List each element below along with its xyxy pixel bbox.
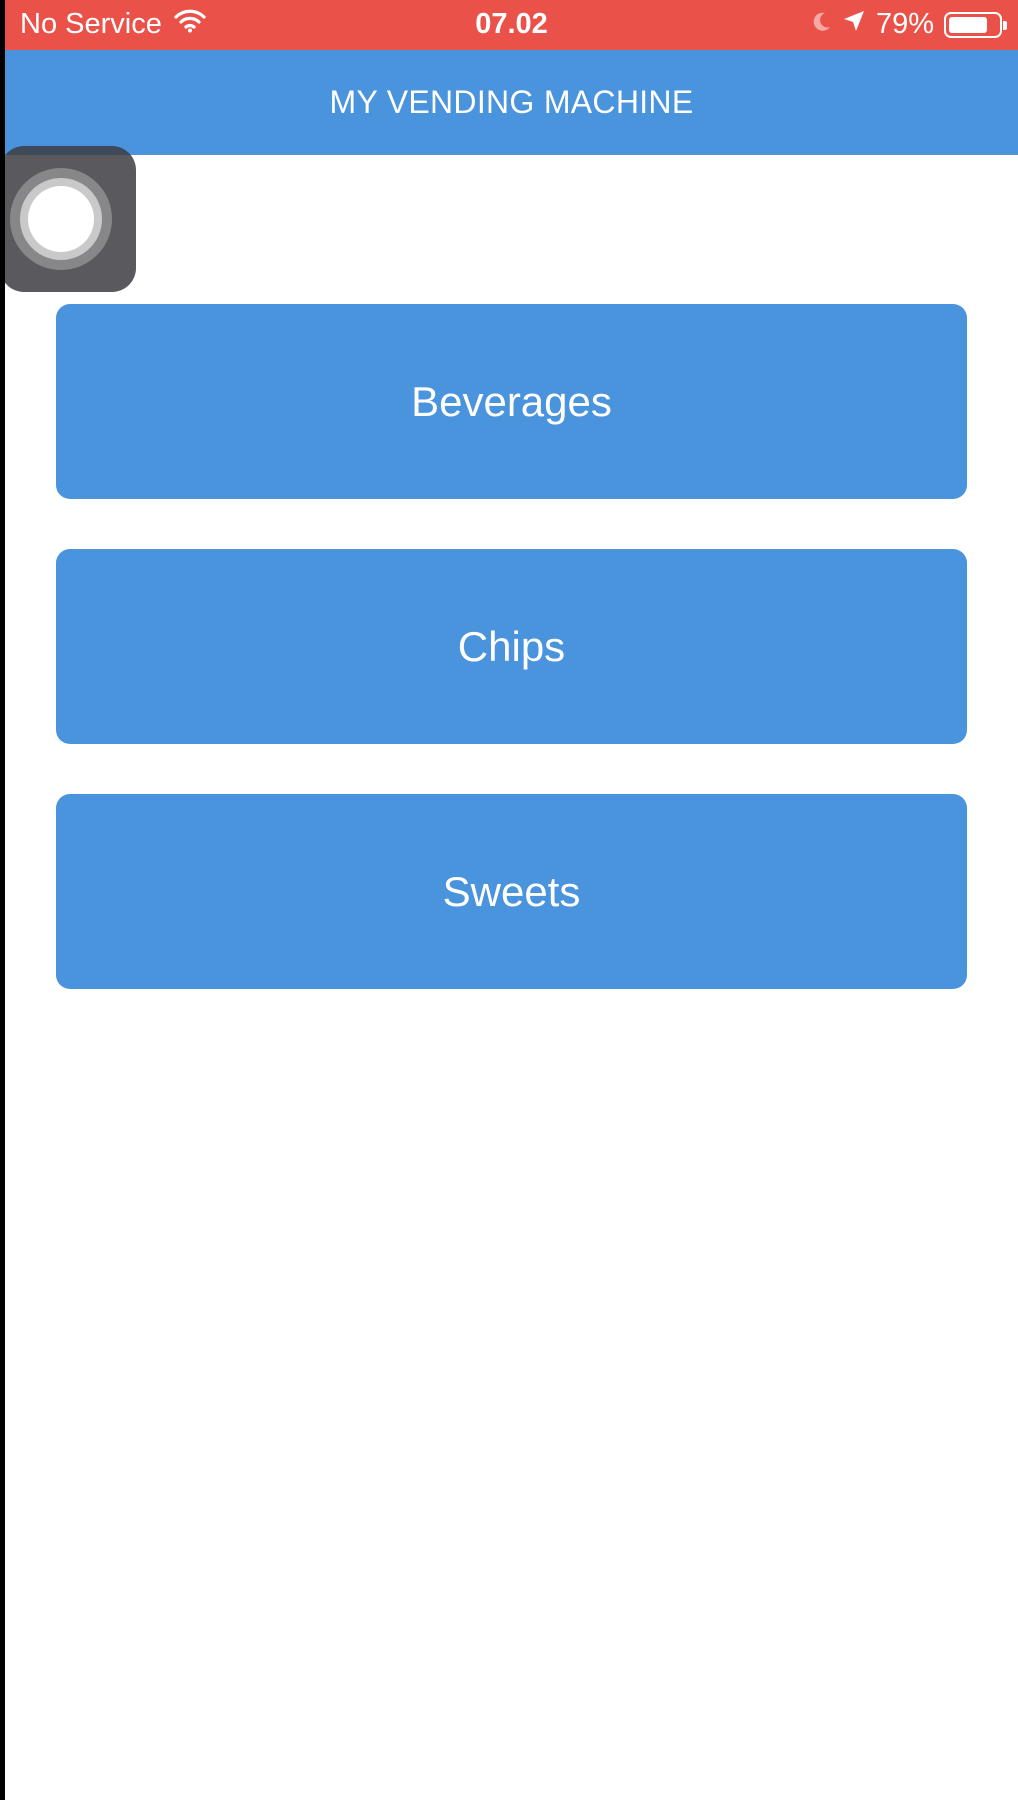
navigation-bar: MY VENDING MACHINE (5, 50, 1018, 155)
chips-button-label: Chips (457, 622, 566, 670)
beverages-button[interactable]: Beverages (56, 304, 967, 499)
chips-button[interactable]: Chips (56, 549, 967, 744)
battery-fill (949, 16, 987, 33)
location-arrow-icon (842, 8, 866, 41)
sweets-button-label: Sweets (442, 867, 581, 915)
status-bar: No Service 07.02 79% (5, 0, 1018, 50)
app-screen: No Service 07.02 79% MY VENDING MACHINE … (5, 0, 1018, 1800)
beverages-button-label: Beverages (411, 377, 612, 425)
status-right-group: 79% (812, 8, 1007, 41)
battery-percent: 79% (875, 8, 934, 40)
battery-cap (1003, 20, 1007, 30)
battery-icon (944, 11, 1007, 38)
moon-icon (812, 8, 832, 41)
assistive-touch-button[interactable] (5, 146, 136, 292)
assistive-touch-center (28, 186, 94, 252)
page-title: MY VENDING MACHINE (329, 84, 694, 120)
category-list: Beverages Chips Sweets (56, 304, 967, 1039)
sweets-button[interactable]: Sweets (56, 794, 967, 989)
